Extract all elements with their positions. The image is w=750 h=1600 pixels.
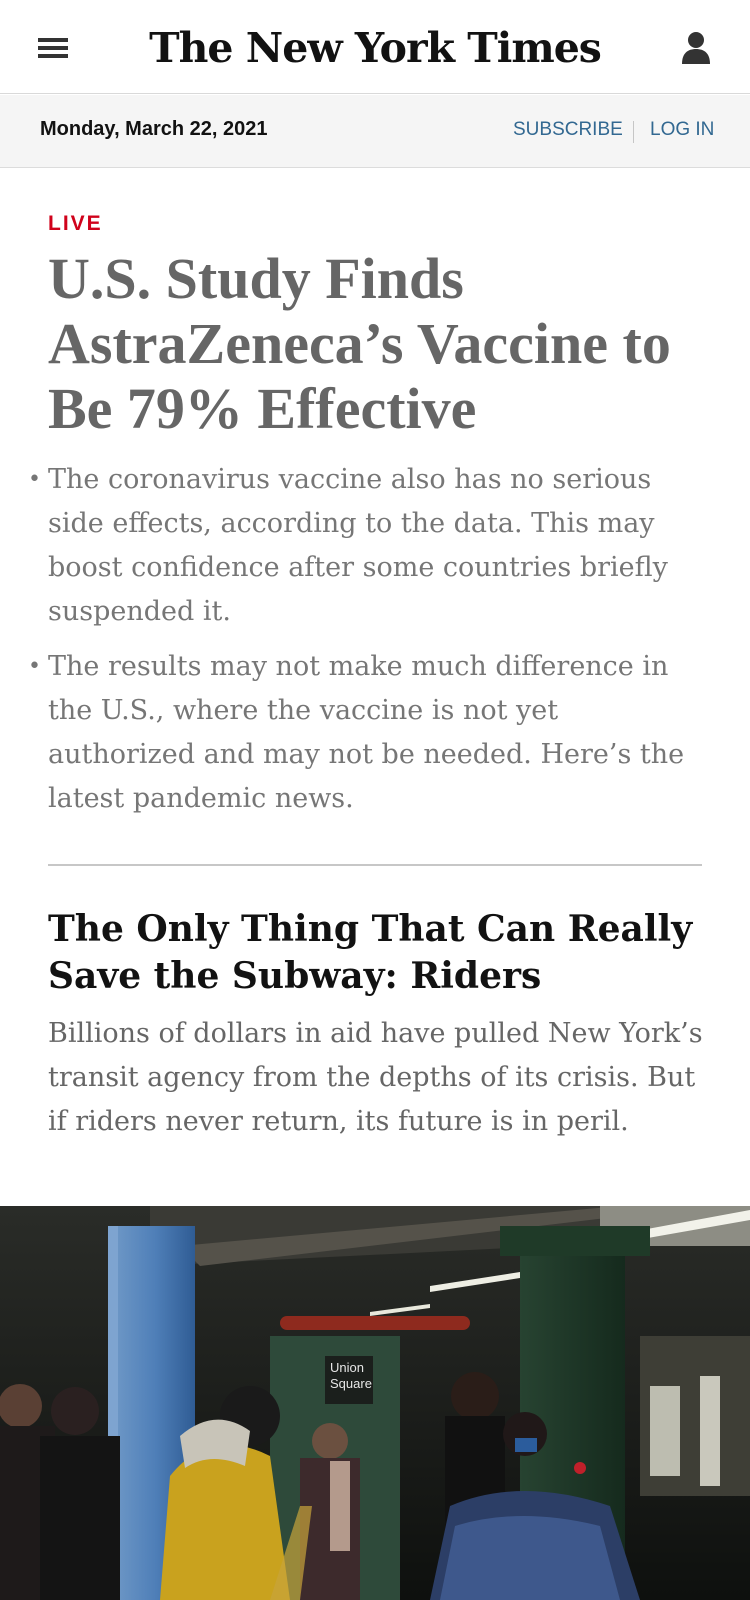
subscribe-link[interactable]: SUBSCRIBE bbox=[513, 119, 623, 141]
masthead: The New York Times bbox=[0, 0, 750, 94]
live-label: LIVE bbox=[48, 212, 103, 235]
current-date: Monday, March 22, 2021 bbox=[40, 118, 268, 140]
bullet-icon: • bbox=[28, 467, 41, 492]
second-headline[interactable]: The Only Thing That Can Really Save the … bbox=[48, 906, 708, 1000]
station-sign-line2: Square bbox=[330, 1376, 372, 1391]
second-summary: Billions of dollars in aid have pulled N… bbox=[48, 1018, 703, 1137]
station-sign-line1: Union bbox=[330, 1360, 364, 1375]
bullet-icon: • bbox=[28, 654, 41, 679]
summary-item: • The coronavirus vaccine also has no se… bbox=[28, 458, 708, 634]
date-bar: Monday, March 22, 2021 SUBSCRIBE LOG IN bbox=[0, 95, 750, 168]
subway-photo-illustration: Union Square bbox=[0, 1206, 750, 1600]
subway-photo[interactable]: Union Square bbox=[0, 1206, 750, 1600]
link-divider bbox=[633, 121, 634, 143]
user-account-icon[interactable] bbox=[680, 28, 712, 68]
summary-text: The results may not make much difference… bbox=[48, 651, 685, 814]
summary-item: • The results may not make much differen… bbox=[28, 645, 708, 821]
section-divider bbox=[48, 864, 702, 866]
nyt-logo[interactable]: The New York Times bbox=[0, 18, 750, 78]
summary-text: The coronavirus vaccine also has no seri… bbox=[48, 464, 668, 627]
lead-summary-list: • The coronavirus vaccine also has no se… bbox=[28, 458, 708, 832]
lead-headline[interactable]: U.S. Study Finds AstraZeneca’s Vaccine t… bbox=[48, 246, 718, 441]
login-link[interactable]: LOG IN bbox=[650, 119, 714, 141]
